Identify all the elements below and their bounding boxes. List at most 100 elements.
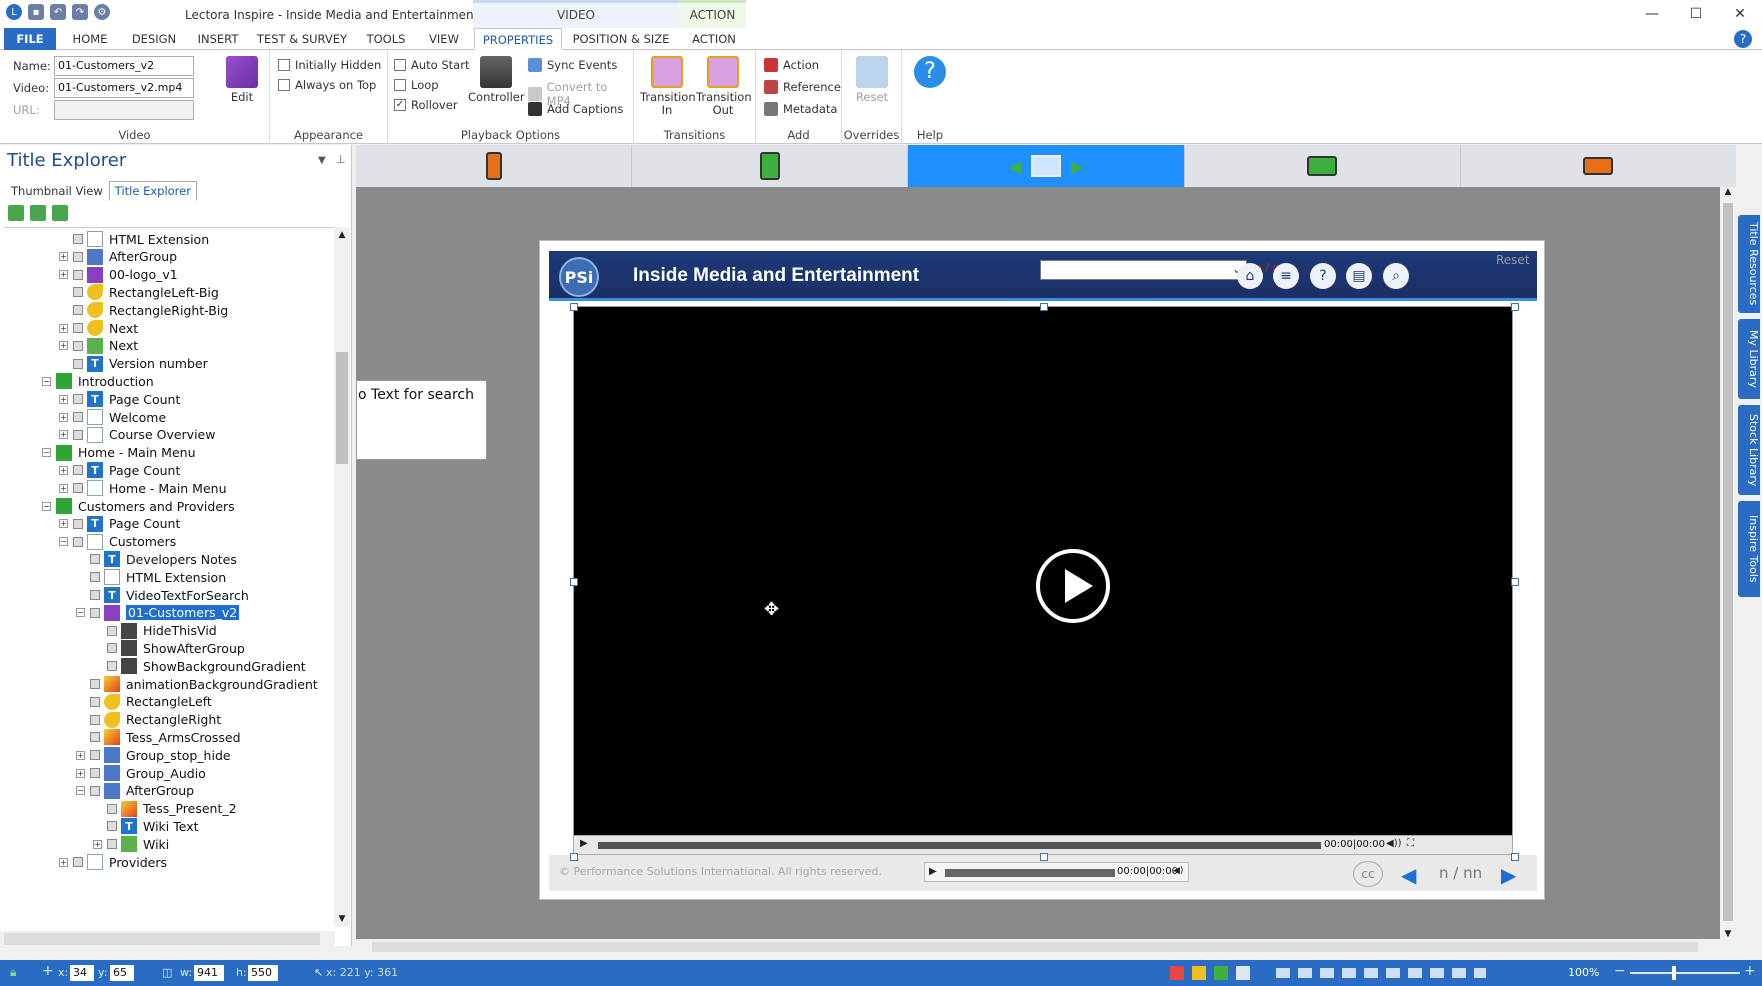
error-check-icon[interactable] — [1192, 966, 1206, 980]
initially-hidden-checkbox[interactable]: Initially Hidden — [278, 58, 381, 72]
url-field[interactable] — [54, 100, 194, 120]
expand-toggle-icon[interactable]: − — [76, 608, 85, 618]
add-captions-button[interactable]: Add Captions — [528, 102, 623, 116]
visibility-box-icon[interactable] — [73, 340, 83, 351]
x-field[interactable]: 34 — [70, 965, 94, 981]
expand-toggle-icon[interactable]: + — [59, 857, 68, 867]
visibility-box-icon[interactable] — [73, 394, 83, 405]
visibility-box-icon[interactable] — [73, 305, 83, 316]
reset-link[interactable]: Reset — [1496, 253, 1530, 267]
undo-icon[interactable]: ↶ — [50, 4, 66, 20]
redo-icon[interactable]: ↷ — [72, 4, 88, 20]
expand-toggle-icon[interactable]: − — [42, 376, 51, 386]
spellcheck-icon[interactable] — [1170, 966, 1184, 980]
app-icon[interactable]: L — [6, 4, 22, 20]
zoom-slider-thumb[interactable] — [1672, 966, 1676, 980]
visibility-box-icon[interactable] — [90, 679, 100, 689]
canvas-vscrollbar[interactable]: ▲ ▼ — [1720, 187, 1736, 939]
gear-icon[interactable]: ⚙ — [94, 4, 110, 20]
minimize-icon[interactable]: — — [1630, 0, 1674, 28]
visibility-box-icon[interactable] — [73, 323, 83, 333]
tab-design[interactable]: DESIGN — [124, 28, 184, 50]
canvas-vscroll-thumb[interactable] — [1723, 203, 1733, 921]
tab-my-library[interactable]: My Library — [1738, 319, 1760, 399]
volume-icon[interactable]: ◀)) — [1386, 838, 1402, 849]
expand-toggle-icon[interactable]: + — [59, 323, 68, 333]
rollover-checkbox[interactable]: ✓ Rollover — [394, 98, 458, 112]
add-section-icon[interactable] — [30, 205, 46, 221]
always-on-top-checkbox[interactable]: Always on Top — [278, 78, 376, 92]
visibility-box-icon[interactable] — [73, 287, 83, 298]
fullscreen-icon[interactable]: ⛶ — [1407, 838, 1414, 849]
expand-toggle-icon[interactable]: + — [59, 483, 68, 493]
tab-file[interactable]: FILE — [4, 28, 56, 50]
tab-title-explorer[interactable]: Title Explorer — [108, 181, 197, 201]
close-icon[interactable]: ✕ — [1718, 0, 1762, 28]
visibility-box-icon[interactable] — [73, 269, 83, 280]
tab-tools[interactable]: TOOLS — [358, 28, 414, 50]
next-page-icon[interactable]: ▶ — [1501, 863, 1516, 887]
visibility-box-icon[interactable] — [90, 607, 100, 618]
visibility-box-icon[interactable] — [107, 643, 117, 654]
closed-captions-button[interactable]: cc — [1353, 861, 1383, 887]
menu-icon[interactable]: ≡ — [1273, 263, 1299, 289]
loop-checkbox[interactable]: Loop — [394, 78, 439, 92]
video-play-icon[interactable]: ▶ — [580, 838, 588, 849]
explorer-scrollbar[interactable]: ▲ ▼ — [334, 227, 350, 927]
expand-toggle-icon[interactable]: − — [76, 786, 85, 796]
add-metadata-button[interactable]: Metadata — [764, 102, 837, 116]
desktop-button[interactable]: ◀ ▶ — [908, 145, 1185, 187]
expand-toggle-icon[interactable]: + — [59, 341, 68, 351]
expand-toggle-icon[interactable]: + — [59, 465, 68, 475]
expand-toggle-icon[interactable]: + — [59, 394, 68, 404]
phone-landscape-button[interactable] — [1461, 145, 1736, 187]
prev-page-icon[interactable]: ◀ — [1401, 863, 1416, 887]
home-icon[interactable]: ⌂ — [1237, 263, 1263, 289]
tab-properties[interactable]: PROPERTIES — [474, 28, 562, 50]
video-text-for-search[interactable]: o Text for search — [356, 380, 487, 460]
resize-handle-se[interactable] — [1511, 853, 1519, 861]
auto-start-checkbox[interactable]: Auto Start — [394, 58, 469, 72]
preview-icon[interactable] — [1214, 966, 1228, 980]
visibility-box-icon[interactable] — [90, 554, 100, 565]
visibility-box-icon[interactable] — [90, 750, 100, 761]
visibility-box-icon[interactable] — [73, 518, 83, 529]
video-player[interactable]: ✥ — [573, 306, 1513, 836]
reset-button[interactable]: Reset — [850, 56, 894, 104]
h-field[interactable]: 550 — [248, 965, 278, 981]
visibility-box-icon[interactable] — [107, 821, 117, 832]
save-icon[interactable]: ▪ — [28, 4, 44, 20]
visibility-box-icon[interactable] — [107, 625, 117, 636]
tab-insert[interactable]: INSERT — [190, 28, 246, 50]
visibility-box-icon[interactable] — [73, 234, 83, 244]
tab-view[interactable]: VIEW — [420, 28, 468, 50]
controller-button[interactable]: Controller — [468, 56, 525, 104]
w-field[interactable]: 941 — [194, 965, 224, 981]
visibility-box-icon[interactable] — [90, 572, 100, 583]
tree-item[interactable]: + Providers — [59, 852, 167, 872]
zoom-in-icon[interactable]: + — [1744, 963, 1756, 979]
visibility-box-icon[interactable] — [107, 661, 117, 672]
expand-toggle-icon[interactable]: + — [93, 839, 102, 849]
panel-menu-icon[interactable]: ▼ — [318, 155, 326, 166]
sync-events-button[interactable]: Sync Events — [528, 58, 617, 72]
visibility-box-icon[interactable] — [90, 768, 100, 778]
resize-handle-ne[interactable] — [1511, 303, 1519, 311]
resize-handle-s[interactable] — [1040, 853, 1048, 861]
expand-toggle-icon[interactable]: + — [59, 412, 68, 422]
align-tools[interactable] — [1276, 968, 1486, 978]
tab-thumbnail-view[interactable]: Thumbnail View — [5, 181, 109, 201]
visibility-box-icon[interactable] — [90, 696, 100, 707]
audio-player[interactable]: ▶ 00:00|00:00 ◀) — [924, 862, 1189, 882]
zoom-out-icon[interactable]: − — [1614, 963, 1626, 979]
resize-handle-sw[interactable] — [570, 853, 578, 861]
resize-handle-e[interactable] — [1511, 578, 1519, 586]
y-field[interactable]: 65 — [110, 965, 134, 981]
visibility-box-icon[interactable] — [73, 251, 83, 262]
canvas-scroll-up-icon[interactable]: ▲ — [1720, 187, 1736, 197]
canvas-hscroll-thumb[interactable] — [372, 942, 1698, 952]
chapter-select[interactable]: ⌄ — [1040, 260, 1247, 280]
resize-handle-n[interactable] — [1040, 303, 1048, 311]
hscroll-thumb[interactable] — [4, 933, 320, 945]
tab-position-size[interactable]: POSITION & SIZE — [568, 28, 674, 50]
